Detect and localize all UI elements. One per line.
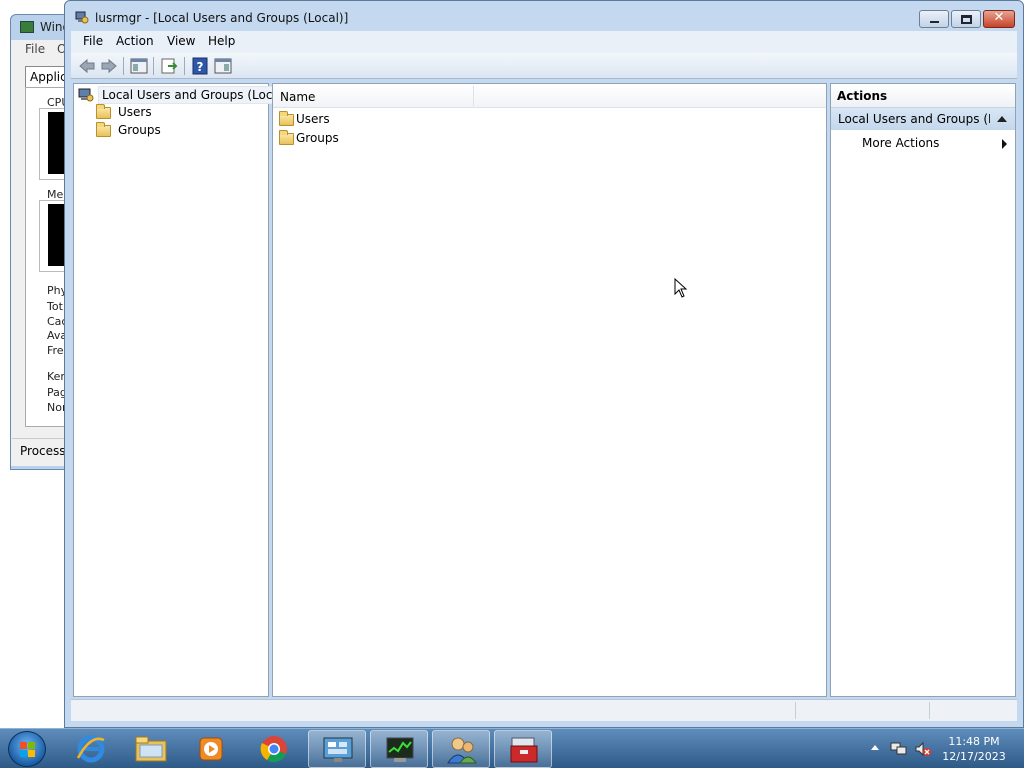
window-title: lusrmgr - [Local Users and Groups (Local… [95,11,349,25]
mouse-cursor-icon [674,278,688,298]
show-hide-tree-icon[interactable] [129,56,149,76]
folder-icon [279,130,294,145]
actions-pane: Actions Local Users and Groups (Lo... Mo… [830,83,1016,697]
more-actions-link[interactable]: More Actions [862,136,939,150]
actions-title: Actions [837,89,888,103]
menu-help[interactable]: Help [208,34,235,48]
taskbar-windows-explorer[interactable] [122,730,180,768]
minimize-icon [930,21,939,23]
svg-text:?: ? [197,60,204,74]
clock-date: 12/17/2023 [942,750,1006,763]
menu-bar: File Action View Help [71,31,1017,53]
kernel-memory-label: Ker [47,370,65,383]
status-cell [795,702,925,719]
taskbar-task-manager[interactable] [370,730,428,768]
list-item[interactable]: Users [279,111,399,130]
processes-status: Processe [12,438,73,464]
internet-explorer-icon [76,735,105,763]
toolbar-separator [184,57,185,75]
clock-time: 11:48 PM [948,735,1000,748]
task-manager-icon [20,21,34,33]
taskbar-computer-management[interactable] [494,730,552,768]
windows-explorer-icon [135,736,167,762]
column-divider[interactable] [473,86,474,106]
background-menubar: File O [11,40,66,60]
list-item[interactable]: Groups [279,130,399,149]
tree-item-label: Groups [118,123,161,137]
network-icon[interactable] [890,741,908,757]
show-hidden-icons-icon[interactable] [871,745,879,750]
restore-icon [961,15,972,24]
menu-view[interactable]: View [167,34,195,48]
menu-action[interactable]: Action [116,34,154,48]
export-list-icon[interactable] [159,56,179,76]
submenu-arrow-icon [1002,139,1007,149]
control-panel-icon [323,737,353,762]
toolbar-separator [123,57,124,75]
list-item-label: Users [296,112,330,126]
taskbar: 11:48 PM 12/17/2023 [0,728,1024,768]
folder-icon [96,122,111,137]
show-hide-action-pane-icon[interactable] [213,56,233,76]
status-bar [71,699,1017,721]
status-cell [929,702,1017,719]
forward-arrow-icon[interactable] [99,56,119,76]
list-item-label: Groups [296,131,339,145]
actions-section-label: Local Users and Groups (Lo... [838,112,990,126]
actions-header: Actions [831,84,1015,108]
column-header-name[interactable]: Name [273,84,826,108]
system-clock[interactable]: 11:48 PM 12/17/2023 [936,734,1012,764]
taskbar-lusrmgr[interactable] [432,730,490,768]
background-menu-file[interactable]: File [25,42,45,56]
toolbar: ? [71,53,1017,79]
folder-icon [96,104,111,119]
tree-root-label: Local Users and Groups (Local) [98,86,292,104]
tree-item-root[interactable]: Local Users and Groups (Local) [78,86,292,104]
minimize-button[interactable] [919,10,949,28]
memory-graph [48,204,65,266]
chrome-icon [260,736,287,763]
task-manager-icon [386,737,414,762]
results-pane: Name Users Groups [272,83,827,697]
collapse-caret-icon [997,116,1007,122]
windows-logo-icon [20,742,36,758]
start-button[interactable] [8,731,46,767]
maximize-button[interactable] [951,10,981,28]
window-controls: ✕ [917,10,1015,28]
toolbar-separator [153,57,154,75]
help-icon[interactable]: ? [190,56,210,76]
tree-item-label: Users [118,105,152,119]
free-label: Fre [47,344,64,357]
menu-file[interactable]: File [83,34,103,48]
title-bar[interactable]: lusrmgr - [Local Users and Groups (Local… [65,1,1023,33]
cpu-graph [48,112,65,174]
total-label: Tot [47,300,63,313]
actions-section-local-users-groups[interactable]: Local Users and Groups (Lo... [831,108,1015,130]
column-name-label: Name [280,90,316,104]
users-groups-icon [78,88,94,102]
tree-item-groups[interactable]: Groups [96,122,246,140]
taskbar-internet-explorer[interactable] [62,730,120,768]
tree-item-users[interactable]: Users [96,104,246,122]
taskbar-media-player[interactable] [182,730,240,768]
folder-icon [279,111,294,126]
back-arrow-icon[interactable] [77,56,97,76]
media-player-icon [199,737,223,761]
lusrmgr-window: lusrmgr - [Local Users and Groups (Local… [64,0,1024,728]
close-button[interactable]: ✕ [983,10,1015,28]
taskbar-chrome[interactable] [246,730,304,768]
tab-applications[interactable]: Applica [25,66,74,88]
toolbox-icon [510,737,538,763]
volume-muted-icon[interactable] [914,741,932,757]
console-tree: Local Users and Groups (Local) Users Gro… [73,83,292,697]
close-icon: ✕ [993,10,1005,25]
taskbar-control-panel[interactable] [308,730,366,768]
users-icon [447,737,477,764]
computer-management-icon [75,11,89,24]
